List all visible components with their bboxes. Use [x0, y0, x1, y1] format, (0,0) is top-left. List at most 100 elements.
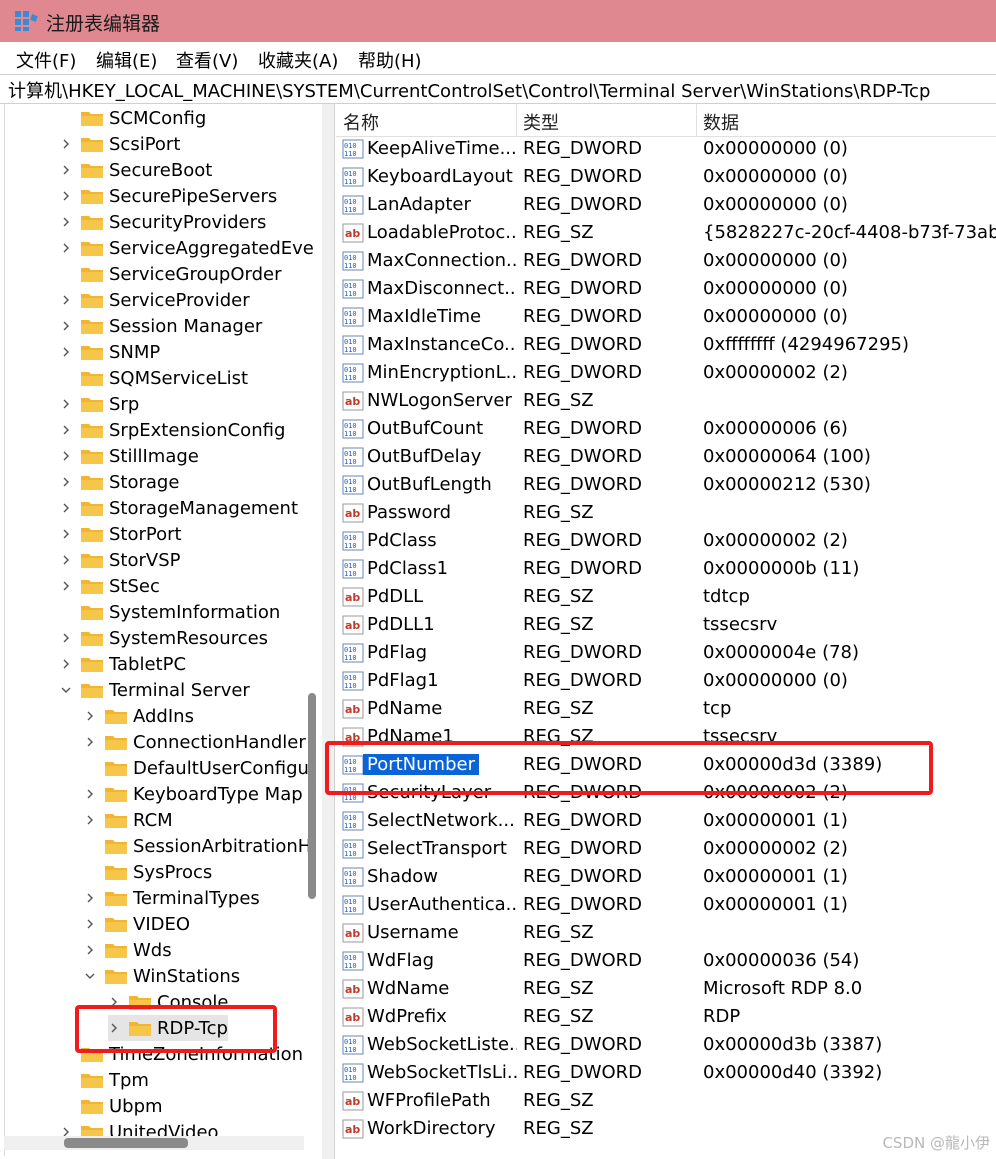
chevron-right-icon[interactable]	[60, 502, 72, 514]
menu-view[interactable]: 查看(V)	[176, 47, 238, 73]
value-row[interactable]: 010 110 KeyboardLayout REG_DWORD 0x00000000 …	[336, 164, 996, 192]
address-path[interactable]: 计算机\HKEY_LOCAL_MACHINE\SYSTEM\CurrentCon…	[8, 77, 930, 103]
tree-item[interactable]: Session Manager	[60, 313, 262, 339]
column-divider[interactable]	[696, 104, 697, 136]
chevron-right-icon[interactable]	[84, 944, 96, 956]
chevron-right-icon[interactable]	[60, 632, 72, 644]
tree-item[interactable]: Ubpm	[60, 1093, 163, 1119]
tree-item[interactable]: KeyboardType Map	[84, 781, 303, 807]
menu-file[interactable]: 文件(F)	[16, 47, 76, 73]
value-row[interactable]: 010 110 KeepAliveTime... REG_DWORD 0x0000000…	[336, 136, 996, 164]
chevron-right-icon[interactable]	[84, 892, 96, 904]
value-row[interactable]: 010 110 MaxIdleTime REG_DWORD 0x00000000 (0)	[336, 304, 996, 332]
menu-edit[interactable]: 编辑(E)	[96, 47, 157, 73]
value-row[interactable]: 010 110 OutBufCount REG_DWORD 0x00000006 (6)	[336, 416, 996, 444]
tree-item[interactable]: ServiceGroupOrder	[60, 261, 281, 287]
tree-item[interactable]: SystemResources	[60, 625, 268, 651]
tree-item[interactable]: SNMP	[60, 339, 160, 365]
tree-item[interactable]: RCM	[84, 807, 173, 833]
chevron-right-icon[interactable]	[60, 528, 72, 540]
chevron-right-icon[interactable]	[60, 242, 72, 254]
tree-item[interactable]: SysProcs	[84, 859, 212, 885]
chevron-right-icon[interactable]	[60, 320, 72, 332]
tree-item[interactable]: ServiceProvider	[60, 287, 250, 313]
value-row[interactable]: 010 110 OutBufLength REG_DWORD 0x00000212 (5…	[336, 472, 996, 500]
value-row[interactable]: 010 110 MaxInstanceCo... REG_DWORD 0xfffffff…	[336, 332, 996, 360]
tree-item[interactable]: WinStations	[84, 963, 240, 989]
tree-item[interactable]: SecurePipeServers	[60, 183, 277, 209]
value-row[interactable]: 010 110 UserAuthentica... REG_DWORD 0x000000…	[336, 892, 996, 920]
value-row[interactable]: ab LoadableProtoc... REG_SZ {5828227c-20cf-…	[336, 220, 996, 248]
value-row[interactable]: ab WdPrefix REG_SZ RDP	[336, 1004, 996, 1032]
chevron-right-icon[interactable]	[60, 554, 72, 566]
value-row[interactable]: 010 110 SelectNetwork... REG_DWORD 0x0000000…	[336, 808, 996, 836]
value-row[interactable]: 010 110 MaxConnection... REG_DWORD 0x0000000…	[336, 248, 996, 276]
tree-item[interactable]: Tpm	[60, 1067, 149, 1093]
chevron-right-icon[interactable]	[84, 710, 96, 722]
menu-favorites[interactable]: 收藏夹(A)	[258, 47, 338, 73]
chevron-right-icon[interactable]	[60, 216, 72, 228]
tree-item[interactable]: Wds	[84, 937, 172, 963]
tree-item[interactable]: StorageManagement	[60, 495, 298, 521]
value-row[interactable]: 010 110 OutBufDelay REG_DWORD 0x00000064 (10…	[336, 444, 996, 472]
value-row[interactable]: 010 110 PdFlag REG_DWORD 0x0000004e (78)	[336, 640, 996, 668]
tree-item[interactable]: StorPort	[60, 521, 182, 547]
value-row[interactable]: ab PdDLL REG_SZ tdtcp	[336, 584, 996, 612]
chevron-right-icon[interactable]	[60, 294, 72, 306]
value-row[interactable]: 010 110 LanAdapter REG_DWORD 0x00000000 (0)	[336, 192, 996, 220]
tree-item[interactable]: Terminal Server	[60, 677, 250, 703]
tree-item[interactable]: SQMServiceList	[60, 365, 248, 391]
column-header-name[interactable]: 名称	[343, 109, 379, 135]
value-row[interactable]: ab WdName REG_SZ Microsoft RDP 8.0	[336, 976, 996, 1004]
tree-item[interactable]: ConnectionHandler	[84, 729, 306, 755]
tree-vertical-scrollbar[interactable]	[306, 104, 318, 1124]
column-header-data[interactable]: 数据	[703, 109, 739, 135]
chevron-down-icon[interactable]	[84, 970, 96, 982]
tree-item[interactable]: SecurityProviders	[60, 209, 266, 235]
menu-help[interactable]: 帮助(H)	[358, 47, 422, 73]
values-list[interactable]: 名称 类型 数据 010 110 KeepAliveTime... REG_DWORD…	[336, 104, 996, 1159]
tree-item[interactable]: SecureBoot	[60, 157, 212, 183]
chevron-right-icon[interactable]	[60, 398, 72, 410]
tree-item[interactable]: SCMConfig	[60, 105, 206, 131]
chevron-down-icon[interactable]	[60, 684, 72, 696]
chevron-right-icon[interactable]	[60, 138, 72, 150]
tree-item[interactable]: Storage	[60, 469, 179, 495]
value-row[interactable]: 010 110 SelectTransport REG_DWORD 0x00000002…	[336, 836, 996, 864]
tree-item[interactable]: DefaultUserConfigu	[84, 755, 309, 781]
tree-item[interactable]: StSec	[60, 573, 160, 599]
value-row[interactable]: 010 110 PdClass REG_DWORD 0x00000002 (2)	[336, 528, 996, 556]
tree-vertical-scroll-thumb[interactable]	[308, 693, 316, 899]
value-row[interactable]: ab Password REG_SZ	[336, 500, 996, 528]
tree-item[interactable]: SrpExtensionConfig	[60, 417, 285, 443]
chevron-right-icon[interactable]	[60, 164, 72, 176]
tree-item[interactable]: StorVSP	[60, 547, 181, 573]
chevron-right-icon[interactable]	[60, 450, 72, 462]
tree-item[interactable]: SessionArbitrationH	[84, 833, 311, 859]
value-row[interactable]: 010 110 PdClass1 REG_DWORD 0x0000000b (11)	[336, 556, 996, 584]
chevron-right-icon[interactable]	[60, 424, 72, 436]
value-row[interactable]: 010 110 WebSocketListe... REG_DWORD 0x00000d…	[336, 1032, 996, 1060]
chevron-right-icon[interactable]	[60, 190, 72, 202]
tree-item[interactable]: Srp	[60, 391, 139, 417]
tree-item[interactable]: VIDEO	[84, 911, 190, 937]
chevron-right-icon[interactable]	[84, 788, 96, 800]
value-row[interactable]: 010 110 Shadow REG_DWORD 0x00000001 (1)	[336, 864, 996, 892]
chevron-right-icon[interactable]	[60, 658, 72, 670]
chevron-right-icon[interactable]	[84, 736, 96, 748]
value-row[interactable]: ab PdName REG_SZ tcp	[336, 696, 996, 724]
tree-item[interactable]: TabletPC	[60, 651, 186, 677]
value-row[interactable]: 010 110 WebSocketTlsLi... REG_DWORD 0x00000d…	[336, 1060, 996, 1088]
tree-item[interactable]: ScsiPort	[60, 131, 180, 157]
value-row[interactable]: ab Username REG_SZ	[336, 920, 996, 948]
chevron-right-icon[interactable]	[60, 476, 72, 488]
tree-item[interactable]: StillImage	[60, 443, 199, 469]
chevron-right-icon[interactable]	[60, 346, 72, 358]
value-row[interactable]: ab PdDLL1 REG_SZ tssecsrv	[336, 612, 996, 640]
chevron-right-icon[interactable]	[84, 814, 96, 826]
tree-item[interactable]: SystemInformation	[60, 599, 280, 625]
chevron-right-icon[interactable]	[60, 580, 72, 592]
tree-item[interactable]: TerminalTypes	[84, 885, 260, 911]
tree-item[interactable]: AddIns	[84, 703, 194, 729]
value-row[interactable]: 010 110 PdFlag1 REG_DWORD 0x00000000 (0)	[336, 668, 996, 696]
